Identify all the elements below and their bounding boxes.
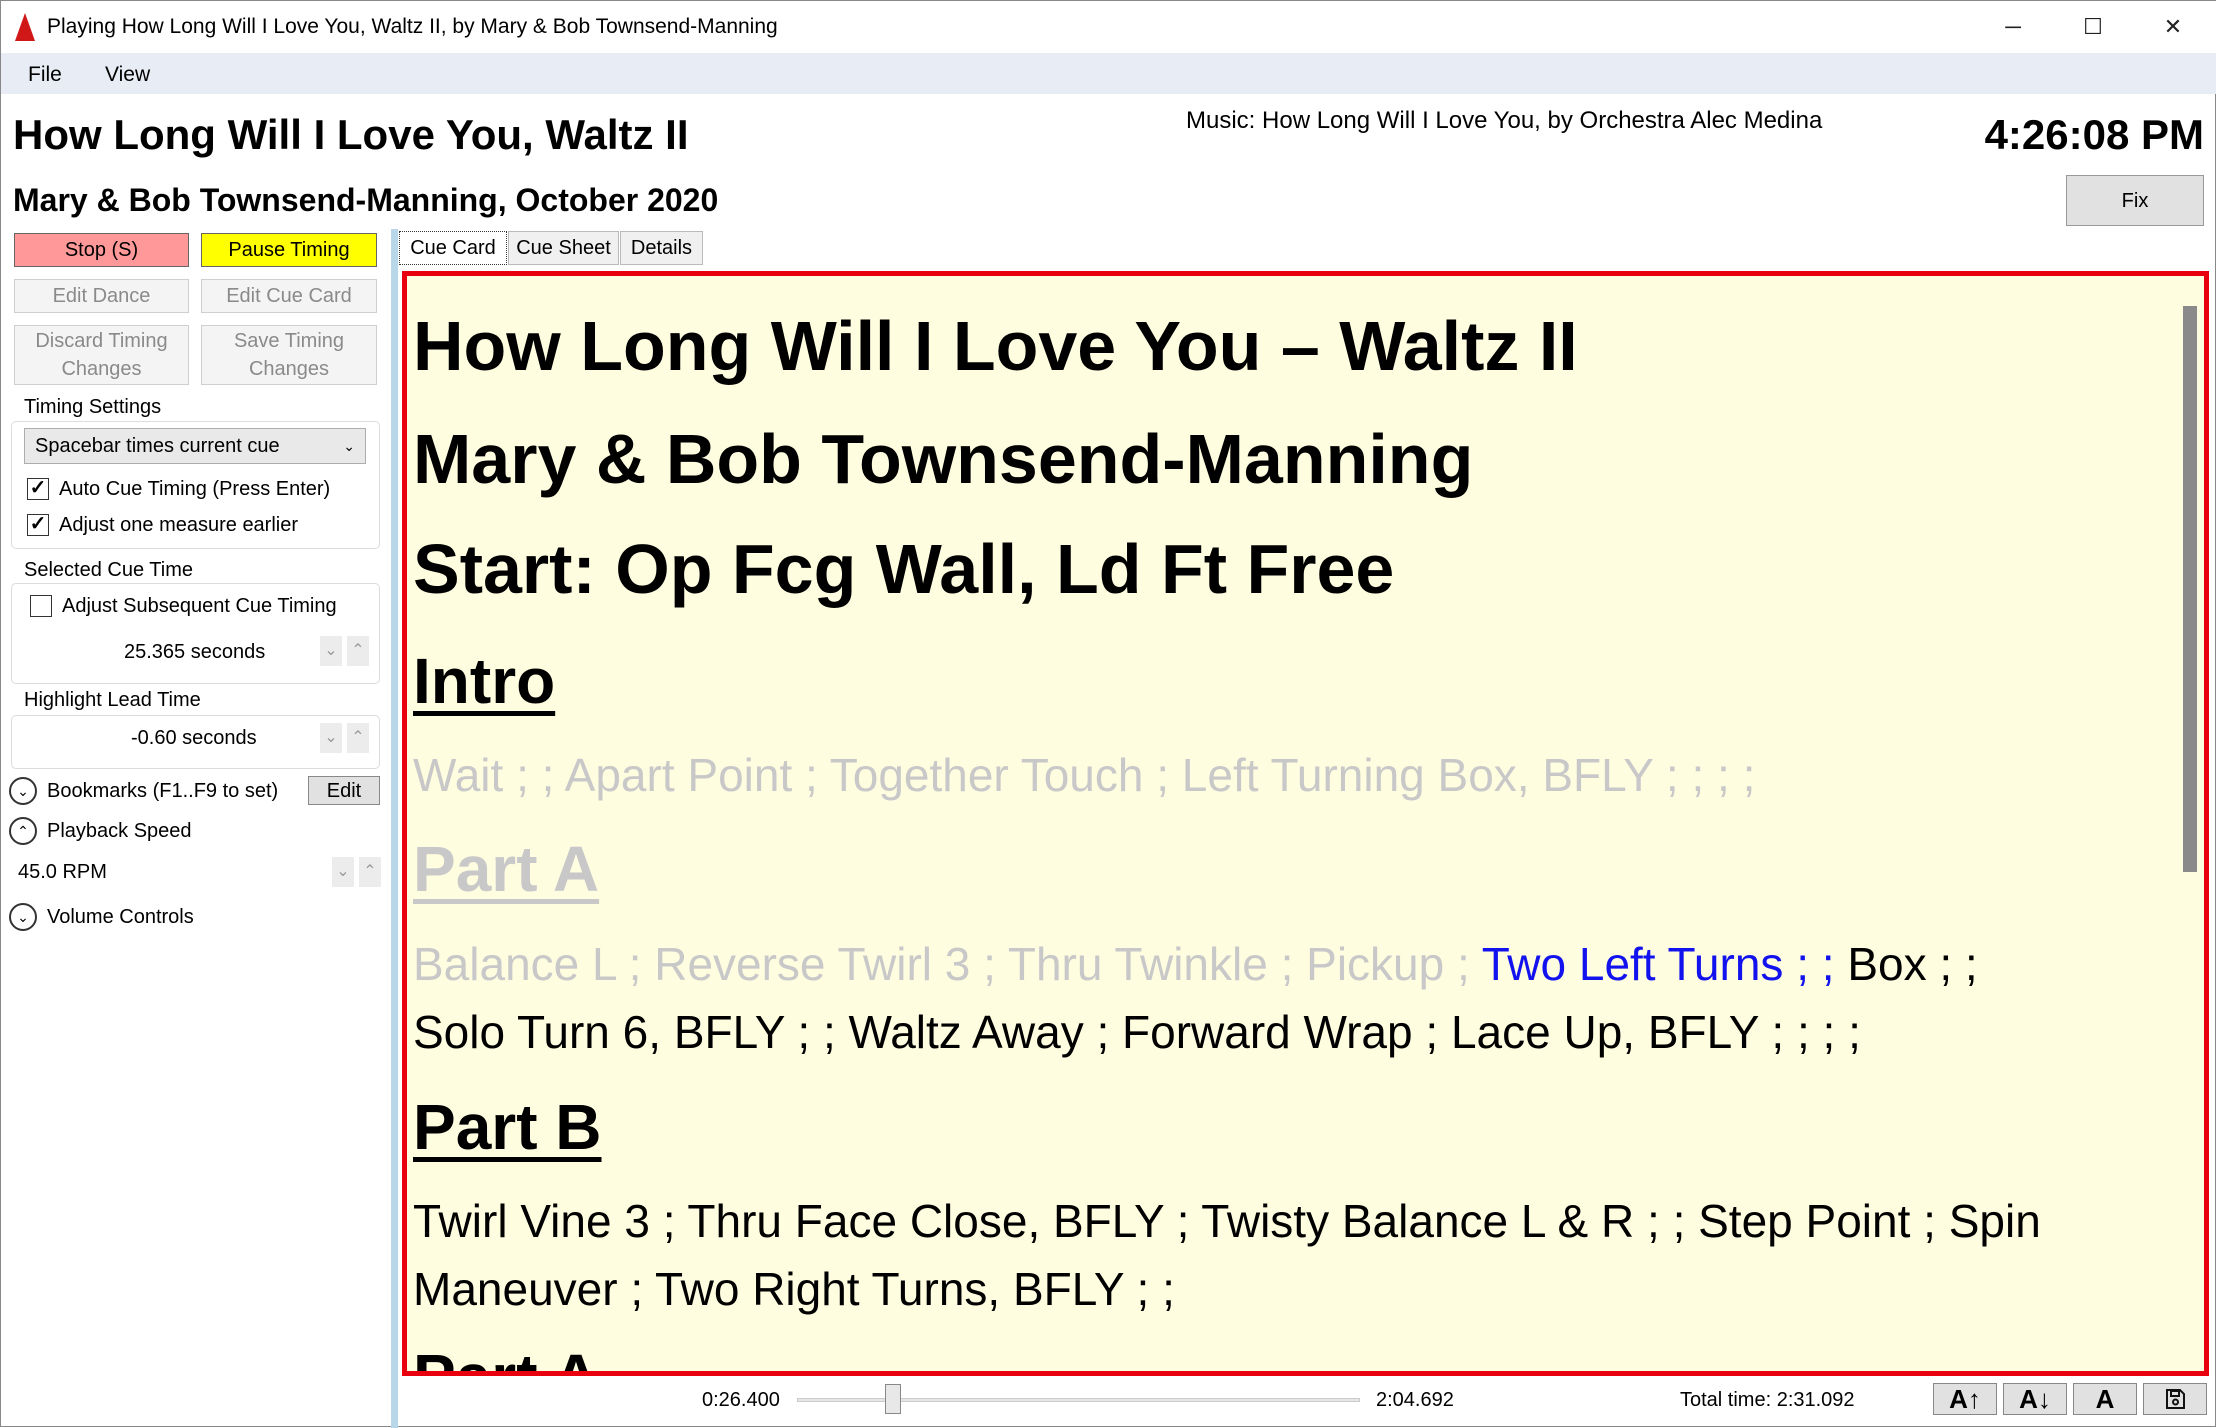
playback-speed-label: Playback Speed [47, 820, 192, 842]
tab-cue-card[interactable]: Cue Card [399, 231, 507, 265]
cue-line[interactable]: Balance L ; Reverse Twirl 3 ; Thru Twink… [413, 937, 1978, 991]
menu-file[interactable]: File [28, 63, 62, 87]
close-button[interactable]: ✕ [2143, 9, 2203, 45]
chevron-up-icon[interactable]: ⌃ [347, 636, 369, 666]
cue-time-value[interactable]: 25.365 seconds [124, 641, 265, 664]
timing-mode-dropdown[interactable]: Spacebar times current cue ⌄ [24, 428, 366, 464]
music-info: Music: How Long Will I Love You, by Orch… [1186, 107, 1823, 134]
font-reset-button[interactable]: A [2073, 1383, 2137, 1415]
discard-timing-button[interactable]: Discard Timing Changes [14, 325, 189, 385]
stop-button[interactable]: Stop (S) [14, 233, 189, 267]
save-timing-button[interactable]: Save Timing Changes [201, 325, 377, 385]
section-part-a: Part A [413, 833, 600, 905]
tab-details[interactable]: Details [620, 231, 703, 265]
label: Changes [248, 358, 330, 380]
collapse-playback-icon[interactable]: ⌃ [9, 817, 37, 845]
current-cue: Two Left Turns ; ; [1481, 938, 1848, 990]
position-slider[interactable] [797, 1398, 1360, 1402]
expand-bookmarks-icon[interactable]: ⌄ [9, 777, 37, 805]
timing-settings-label: Timing Settings [20, 396, 166, 419]
chevron-up-icon[interactable]: ⌃ [347, 723, 369, 753]
cue-card: How Long Will I Love You – Waltz II Mary… [402, 271, 2209, 1376]
pause-timing-button[interactable]: Pause Timing [201, 233, 377, 267]
label: Discard Timing [35, 330, 168, 352]
section-intro: Intro [413, 645, 556, 717]
scrollbar[interactable] [2177, 276, 2204, 1371]
section-part-b: Part B [413, 1091, 602, 1163]
label: Save Timing [233, 330, 345, 352]
app-icon [15, 13, 35, 41]
card-title: How Long Will I Love You – Waltz II [413, 307, 1578, 385]
chevron-down-icon[interactable]: ⌄ [320, 636, 342, 666]
section-part-a-repeat: Part A [413, 1340, 599, 1371]
save-icon[interactable] [2143, 1383, 2207, 1415]
highlight-lead-label: Highlight Lead Time [20, 689, 205, 712]
cue-line[interactable]: Solo Turn 6, BFLY ; ; Waltz Away ; Forwa… [413, 1005, 1861, 1059]
slider-thumb[interactable] [884, 1384, 901, 1414]
dance-subtitle: Mary & Bob Townsend-Manning, October 202… [13, 182, 719, 218]
menu-bar: File View [1, 53, 2216, 94]
clock: 4:26:08 PM [1984, 111, 2204, 158]
tab-cue-sheet[interactable]: Cue Sheet [508, 231, 619, 265]
rpm-value[interactable]: 45.0 RPM [18, 861, 107, 884]
window-title: Playing How Long Will I Love You, Waltz … [47, 15, 778, 38]
current-position: 0:26.400 [702, 1389, 780, 1411]
dance-title: How Long Will I Love You, Waltz II [13, 111, 689, 158]
font-increase-button[interactable]: A↑ [1933, 1383, 1997, 1415]
edit-bookmarks-button[interactable]: Edit [308, 776, 380, 805]
font-decrease-button[interactable]: A↓ [2003, 1383, 2067, 1415]
cue-line[interactable]: Wait ; ; Apart Point ; Together Touch ; … [413, 748, 1755, 802]
volume-controls-label: Volume Controls [47, 906, 194, 928]
title-bar: Playing How Long Will I Love You, Waltz … [1, 1, 2216, 53]
card-dancers: Mary & Bob Townsend-Manning [413, 420, 1474, 498]
adjust-measure-label: Adjust one measure earlier [59, 514, 299, 536]
selected-cue-label: Selected Cue Time [20, 559, 197, 582]
adjust-subsequent-checkbox[interactable] [30, 595, 52, 617]
expand-volume-icon[interactable]: ⌄ [9, 903, 37, 931]
chevron-down-icon: ⌄ [343, 438, 355, 454]
upcoming-cues: Box ; ; [1847, 938, 1978, 990]
dropdown-value: Spacebar times current cue [35, 435, 280, 457]
bookmarks-label: Bookmarks (F1..F9 to set) [47, 780, 279, 802]
chevron-up-icon[interactable]: ⌃ [359, 857, 381, 887]
edit-dance-button[interactable]: Edit Dance [14, 279, 189, 313]
cue-line[interactable]: Maneuver ; Two Right Turns, BFLY ; ; [413, 1262, 1175, 1316]
highlight-lead-value[interactable]: -0.60 seconds [131, 727, 257, 750]
past-cues: Balance L ; Reverse Twirl 3 ; Thru Twink… [413, 938, 1482, 990]
adjust-measure-checkbox[interactable]: ✓ [27, 514, 49, 536]
end-position: 2:04.692 [1376, 1389, 1454, 1411]
total-time: Total time: 2:31.092 [1680, 1389, 1855, 1411]
cue-line[interactable]: Twirl Vine 3 ; Thru Face Close, BFLY ; T… [413, 1194, 2041, 1248]
scrollbar-thumb[interactable] [2183, 306, 2197, 872]
edit-cue-card-button[interactable]: Edit Cue Card [201, 279, 377, 313]
auto-cue-timing-checkbox[interactable]: ✓ [27, 478, 49, 500]
chevron-down-icon[interactable]: ⌄ [320, 723, 342, 753]
splitter[interactable] [391, 229, 398, 1428]
label: Changes [61, 358, 142, 380]
auto-cue-timing-label: Auto Cue Timing (Press Enter) [59, 478, 331, 500]
adjust-subsequent-label: Adjust Subsequent Cue Timing [62, 595, 337, 617]
maximize-button[interactable]: ☐ [2063, 9, 2123, 45]
minimize-button[interactable]: ─ [1983, 9, 2043, 45]
chevron-down-icon[interactable]: ⌄ [332, 857, 354, 887]
fix-button[interactable]: Fix [2066, 175, 2204, 226]
card-start: Start: Op Fcg Wall, Ld Ft Free [413, 530, 1395, 608]
menu-view[interactable]: View [105, 63, 150, 87]
